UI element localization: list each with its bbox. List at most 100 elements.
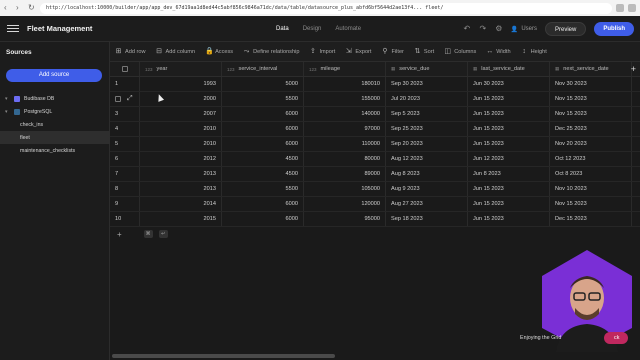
cell-year[interactable]: 2010 bbox=[140, 137, 222, 151]
address-bar[interactable]: http://localhost:10000/builder/app/app_d… bbox=[40, 2, 612, 14]
row-number[interactable]: 5 bbox=[110, 137, 140, 151]
cell-next-service-date[interactable]: Oct 8 2023 bbox=[550, 167, 632, 181]
add-column-plus-icon[interactable]: + bbox=[631, 65, 636, 74]
column-header-mileage[interactable]: 123 mileage bbox=[304, 62, 386, 76]
cell-next-service-date[interactable]: Dec 25 2023 bbox=[550, 122, 632, 136]
tab-data[interactable]: Data bbox=[276, 26, 289, 32]
row-checkbox[interactable] bbox=[115, 96, 121, 102]
extension-icon[interactable] bbox=[616, 4, 624, 12]
cell-mileage[interactable]: 89000 bbox=[304, 167, 386, 181]
redo-icon[interactable]: ↷ bbox=[479, 25, 487, 33]
expand-row-icon[interactable]: ⤢ bbox=[127, 95, 133, 103]
cell-next-service-date[interactable]: Oct 12 2023 bbox=[550, 152, 632, 166]
cell-last-service-date[interactable]: Jun 15 2023 bbox=[468, 197, 550, 211]
cell-year[interactable]: 2013 bbox=[140, 167, 222, 181]
row-number[interactable]: 3 bbox=[110, 107, 140, 121]
cell-year[interactable]: 2000 bbox=[140, 92, 222, 106]
cell-year[interactable]: 2010 bbox=[140, 122, 222, 136]
chevron-down-icon[interactable]: ▾ bbox=[5, 109, 10, 115]
cell-last-service-date[interactable]: Jun 15 2023 bbox=[468, 122, 550, 136]
reload-icon[interactable]: ↻ bbox=[28, 4, 36, 12]
undo-icon[interactable]: ↶ bbox=[463, 25, 471, 33]
table-row[interactable]: 5 2010 6000 110000 Sep 20 2023 Jun 15 2023 Nov… bbox=[110, 137, 640, 152]
cell-next-service-date[interactable]: Nov 20 2023 bbox=[550, 137, 632, 151]
back-icon[interactable]: ‹ bbox=[4, 4, 12, 12]
cell-service-interval[interactable]: 4500 bbox=[222, 167, 304, 181]
cell-next-service-date[interactable]: Nov 15 2023 bbox=[550, 197, 632, 211]
cell-service-due[interactable]: Sep 5 2023 bbox=[386, 107, 468, 121]
chevron-down-icon[interactable]: ▾ bbox=[5, 96, 10, 102]
table-row[interactable]: 10 2015 6000 95000 Sep 18 2023 Jun 15 2023 Dec… bbox=[110, 212, 640, 227]
table-row[interactable]: 7 2013 4500 89000 Aug 8 2023 Jun 8 2023 Oct 8 … bbox=[110, 167, 640, 182]
import-button[interactable]: ⇪ Import bbox=[309, 48, 335, 55]
export-button[interactable]: ⇲ Export bbox=[345, 48, 372, 55]
profile-icon[interactable] bbox=[628, 4, 636, 12]
cell-last-service-date[interactable]: Jun 30 2023 bbox=[468, 77, 550, 91]
cell-next-service-date[interactable]: Nov 30 2023 bbox=[550, 77, 632, 91]
cell-mileage[interactable]: 110000 bbox=[304, 137, 386, 151]
cell-service-due[interactable]: Aug 12 2023 bbox=[386, 152, 468, 166]
cell-mileage[interactable]: 180010 bbox=[304, 77, 386, 91]
select-all-checkbox[interactable] bbox=[121, 66, 128, 72]
add-column-button[interactable]: ⊟ Add column bbox=[156, 48, 195, 55]
sidebar-item-budibase-db[interactable]: ▾ Budibase DB bbox=[0, 92, 110, 105]
column-header-last-service-date[interactable]: ▦ last_service_date bbox=[468, 62, 550, 76]
cell-mileage[interactable]: 155000 bbox=[304, 92, 386, 106]
table-row[interactable]: 8 2013 5500 105000 Aug 9 2023 Jun 15 2023 Nov … bbox=[110, 182, 640, 197]
cell-service-interval[interactable]: 6000 bbox=[222, 122, 304, 136]
cell-last-service-date[interactable]: Jun 15 2023 bbox=[468, 212, 550, 226]
cell-mileage[interactable]: 80000 bbox=[304, 152, 386, 166]
cell-service-interval[interactable]: 6000 bbox=[222, 137, 304, 151]
menu-icon[interactable] bbox=[7, 25, 19, 32]
columns-button[interactable]: ◫ Columns bbox=[444, 48, 476, 55]
row-number[interactable]: 4 bbox=[110, 122, 140, 136]
row-number[interactable]: 8 bbox=[110, 182, 140, 196]
cell-service-due[interactable]: Aug 9 2023 bbox=[386, 182, 468, 196]
row-number[interactable]: 6 bbox=[110, 152, 140, 166]
row-number[interactable]: 10 bbox=[110, 212, 140, 226]
add-row-area[interactable]: + ⌘ ↵ bbox=[110, 227, 222, 241]
cell-service-due[interactable]: Sep 30 2023 bbox=[386, 77, 468, 91]
cell-year[interactable]: 2013 bbox=[140, 182, 222, 196]
filter-button[interactable]: ⚲ Filter bbox=[381, 48, 404, 55]
cell-service-interval[interactable]: 5000 bbox=[222, 77, 304, 91]
row-number[interactable]: 1 bbox=[110, 77, 140, 91]
cell-service-interval[interactable]: 6000 bbox=[222, 107, 304, 121]
tab-design[interactable]: Design bbox=[303, 26, 322, 32]
cell-year[interactable]: 2014 bbox=[140, 197, 222, 211]
sidebar-item-maintenance-checklists[interactable]: maintenance_checklists bbox=[0, 144, 110, 157]
publish-button[interactable]: Publish bbox=[594, 22, 634, 36]
cell-last-service-date[interactable]: Jun 12 2023 bbox=[468, 152, 550, 166]
sidebar-item-check-ins[interactable]: check_ins bbox=[0, 118, 110, 131]
cell-last-service-date[interactable]: Jun 15 2023 bbox=[468, 92, 550, 106]
column-header-year[interactable]: 123 year bbox=[140, 62, 222, 76]
cell-service-due[interactable]: Sep 20 2023 bbox=[386, 137, 468, 151]
cell-last-service-date[interactable]: Jun 15 2023 bbox=[468, 182, 550, 196]
cell-service-interval[interactable]: 5500 bbox=[222, 182, 304, 196]
cell-service-due[interactable]: Sep 25 2023 bbox=[386, 122, 468, 136]
cell-service-due[interactable]: Jul 20 2023 bbox=[386, 92, 468, 106]
table-row[interactable]: 4 2010 6000 97000 Sep 25 2023 Jun 15 2023 Dec … bbox=[110, 122, 640, 137]
row-number[interactable]: 7 bbox=[110, 167, 140, 181]
column-header-service-due[interactable]: ▦ service_due bbox=[386, 62, 468, 76]
column-header-next-service-date[interactable]: ▦ next_service_date bbox=[550, 62, 632, 76]
sidebar-item-postgresql[interactable]: ▾ PostgreSQL bbox=[0, 105, 110, 118]
horizontal-scrollbar[interactable] bbox=[112, 354, 335, 358]
cell-mileage[interactable]: 105000 bbox=[304, 182, 386, 196]
column-header-service-interval[interactable]: 123 service_interval bbox=[222, 62, 304, 76]
row-number[interactable] bbox=[110, 92, 140, 106]
cell-mileage[interactable]: 120000 bbox=[304, 197, 386, 211]
access-button[interactable]: 🔒 Access bbox=[205, 48, 233, 55]
table-row[interactable]: 1 1993 5000 180010 Sep 30 2023 Jun 30 2023 Nov… bbox=[110, 77, 640, 92]
sort-button[interactable]: ⇅ Sort bbox=[414, 48, 434, 55]
table-row[interactable]: 3 2007 6000 140000 Sep 5 2023 Jun 15 2023 Nov … bbox=[110, 107, 640, 122]
table-row[interactable]: 9 2014 6000 120000 Aug 27 2023 Jun 15 2023 Nov… bbox=[110, 197, 640, 212]
cell-last-service-date[interactable]: Jun 15 2023 bbox=[468, 107, 550, 121]
cell-year[interactable]: 2012 bbox=[140, 152, 222, 166]
define-relationship-button[interactable]: ⤳ Define relationship bbox=[243, 48, 300, 55]
users-button[interactable]: 👤 Users bbox=[511, 26, 537, 33]
toast-action-button[interactable]: ck bbox=[604, 332, 628, 344]
cell-last-service-date[interactable]: Jun 15 2023 bbox=[468, 137, 550, 151]
cell-service-interval[interactable]: 5500 bbox=[222, 92, 304, 106]
cell-mileage[interactable]: 97000 bbox=[304, 122, 386, 136]
